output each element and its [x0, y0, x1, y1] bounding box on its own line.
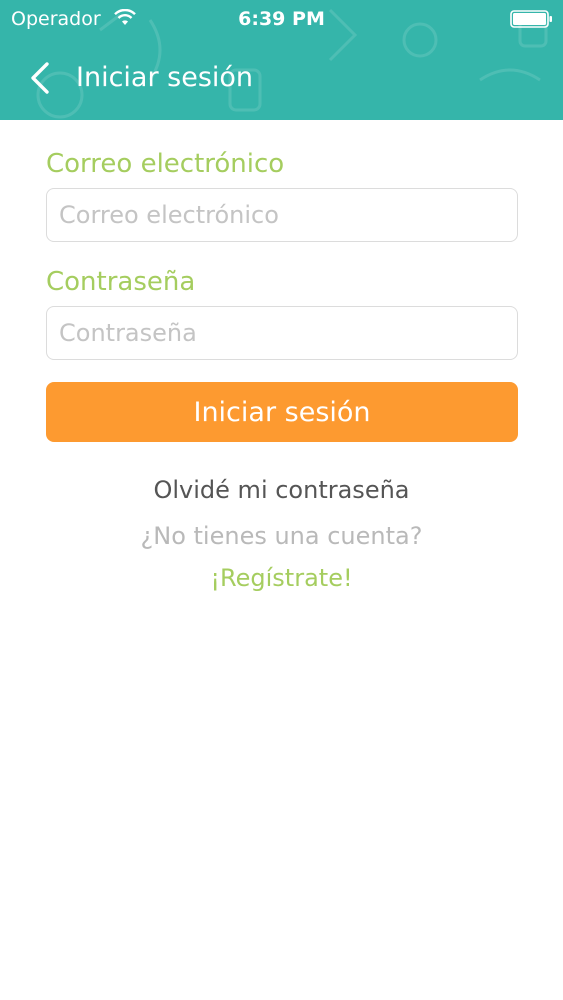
- login-button[interactable]: Iniciar sesión: [46, 382, 518, 442]
- header: Operador 6:39 PM Iniciar sesión: [0, 0, 563, 120]
- page-title: Iniciar sesión: [76, 62, 254, 93]
- password-label: Contraseña: [46, 267, 196, 297]
- no-account-text: ¿No tienes una cuenta?: [140, 522, 423, 550]
- login-form: Correo electrónico Contraseña Iniciar se…: [46, 140, 518, 442]
- chevron-left-icon: [31, 62, 49, 94]
- account-links: Olvidé mi contraseña ¿No tienes una cuen…: [0, 470, 563, 598]
- email-label: Correo electrónico: [46, 149, 285, 179]
- nav-bar: Iniciar sesión: [0, 38, 563, 120]
- password-field[interactable]: [46, 306, 518, 360]
- battery-icon: [510, 10, 552, 28]
- login-screen: Operador 6:39 PM Iniciar sesión Correo e…: [0, 0, 563, 1000]
- register-link[interactable]: ¡Regístrate!: [0, 558, 563, 598]
- email-field[interactable]: [46, 188, 518, 242]
- status-bar: Operador 6:39 PM: [0, 0, 563, 38]
- back-button[interactable]: [18, 56, 62, 100]
- forgot-password-link[interactable]: Olvidé mi contraseña: [0, 470, 563, 510]
- status-time: 6:39 PM: [238, 8, 325, 30]
